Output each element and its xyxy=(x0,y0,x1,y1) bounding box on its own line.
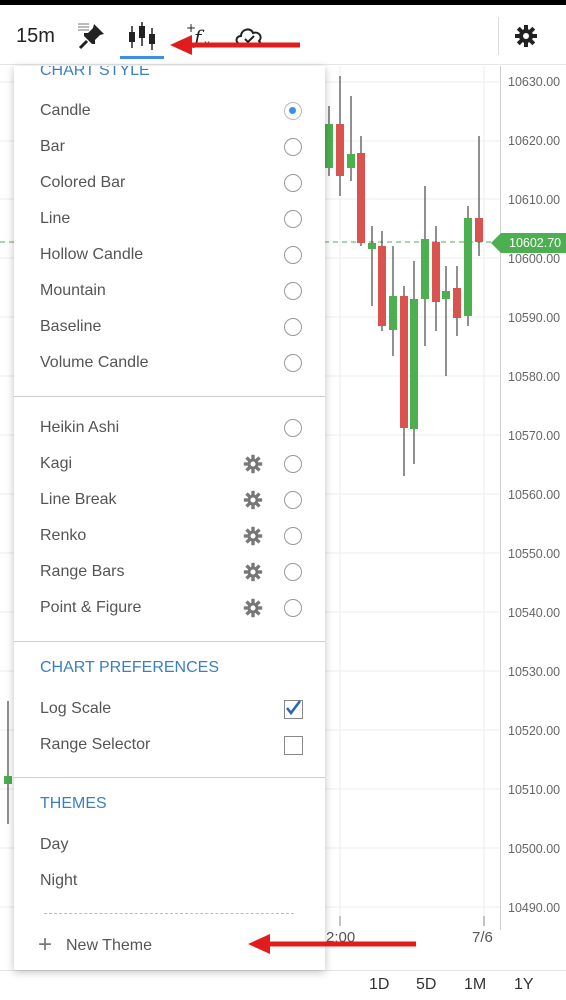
menu-divider xyxy=(14,641,325,642)
aggregation-line-break[interactable]: Line Break xyxy=(14,483,325,519)
menu-dashed-divider xyxy=(44,913,294,914)
menu-item-label: Range Selector xyxy=(40,736,151,753)
chart-style-candle[interactable]: Candle xyxy=(14,94,325,130)
checkbox-icon[interactable] xyxy=(284,736,303,755)
preference-range-selector[interactable]: Range Selector xyxy=(14,728,325,764)
chart-style-title: CHART STYLE xyxy=(40,66,150,79)
radio-icon[interactable] xyxy=(284,455,302,473)
price-label: 10520.00 xyxy=(508,724,561,738)
time-label: 7/6 xyxy=(472,929,493,946)
price-axis xyxy=(500,66,501,930)
price-label: 10490.00 xyxy=(508,901,561,915)
price-label: 10500.00 xyxy=(508,842,561,856)
price-label: 10550.00 xyxy=(508,547,561,561)
radio-icon[interactable] xyxy=(284,599,302,617)
annotation-arrow-icon xyxy=(248,934,416,954)
themes-title: THEMES xyxy=(40,795,107,812)
new-theme-label: New Theme xyxy=(66,937,152,954)
aggregation-range-bars[interactable]: Range Bars xyxy=(14,555,325,591)
chart-style-line[interactable]: Line xyxy=(14,202,325,238)
menu-item-label: Kagi xyxy=(40,455,73,472)
chart-style-baseline[interactable]: Baseline xyxy=(14,310,325,346)
pin-icon[interactable] xyxy=(74,19,110,53)
chart-style-hollow-candle[interactable]: Hollow Candle xyxy=(14,238,325,274)
menu-item-label: Renko xyxy=(40,527,87,544)
chart-style-colored-bar[interactable]: Colored Bar xyxy=(14,166,325,202)
new-theme-button[interactable]: + New Theme xyxy=(38,932,238,962)
menu-item-label: Range Bars xyxy=(40,563,125,580)
price-label: 10600.00 xyxy=(508,252,561,266)
menu-divider xyxy=(14,777,325,778)
chart-style-menu: CHART STYLE Candle Bar Colored Bar Line … xyxy=(14,66,325,970)
range-1y-button[interactable]: 1Y xyxy=(514,976,534,994)
price-label: 10610.00 xyxy=(508,193,561,207)
radio-icon[interactable] xyxy=(284,174,302,192)
radio-icon[interactable] xyxy=(284,491,302,509)
candlestick-chart-icon[interactable] xyxy=(120,19,164,59)
chart-toolbar: 15m + f x xyxy=(0,5,566,65)
annotation-arrow-icon xyxy=(170,35,300,55)
price-label: 10540.00 xyxy=(508,606,561,620)
price-label: 10570.00 xyxy=(508,429,561,443)
menu-item-label: Candle xyxy=(40,102,91,119)
radio-icon[interactable] xyxy=(284,563,302,581)
gear-icon[interactable] xyxy=(243,526,263,546)
price-label: 10530.00 xyxy=(508,665,561,679)
interval-selector[interactable]: 15m xyxy=(16,25,55,48)
gear-icon[interactable] xyxy=(243,454,263,474)
radio-icon[interactable] xyxy=(284,138,302,156)
radio-selected-icon[interactable] xyxy=(284,102,302,120)
price-label: 10510.00 xyxy=(508,783,561,797)
menu-item-label: Colored Bar xyxy=(40,174,126,191)
aggregation-renko[interactable]: Renko xyxy=(14,519,325,555)
gear-icon[interactable] xyxy=(508,19,544,53)
aggregation-heikin-ashi[interactable]: Heikin Ashi xyxy=(14,411,325,447)
menu-item-label: Day xyxy=(40,836,69,853)
menu-item-label: Baseline xyxy=(40,318,102,335)
price-label: 10590.00 xyxy=(508,311,561,325)
radio-icon[interactable] xyxy=(284,318,302,336)
range-1m-button[interactable]: 1M xyxy=(464,976,486,994)
price-label: 10630.00 xyxy=(508,75,561,89)
gear-icon[interactable] xyxy=(243,562,263,582)
gear-icon[interactable] xyxy=(243,598,263,618)
menu-item-label: Heikin Ashi xyxy=(40,419,120,436)
radio-icon[interactable] xyxy=(284,527,302,545)
theme-day[interactable]: Day xyxy=(14,828,325,864)
menu-item-label: Log Scale xyxy=(40,700,112,717)
preference-log-scale[interactable]: Log Scale xyxy=(14,692,325,728)
menu-item-label: Line xyxy=(40,210,71,227)
price-label: 10620.00 xyxy=(508,134,561,148)
range-selector-bar: 1D 5D 1M 1Y xyxy=(0,970,566,1000)
radio-icon[interactable] xyxy=(284,282,302,300)
toolbar-divider xyxy=(498,17,499,55)
range-1d-button[interactable]: 1D xyxy=(369,976,389,994)
menu-item-label: Line Break xyxy=(40,491,117,508)
range-5d-button[interactable]: 5D xyxy=(416,976,436,994)
menu-item-label: Night xyxy=(40,872,78,889)
menu-item-label: Bar xyxy=(40,138,65,155)
price-label: 10580.00 xyxy=(508,370,561,384)
menu-item-label: Point & Figure xyxy=(40,599,142,616)
current-price-tag: 10602.70 xyxy=(491,233,566,253)
gear-icon[interactable] xyxy=(243,490,263,510)
radio-icon[interactable] xyxy=(284,419,302,437)
chart-preferences-title: CHART PREFERENCES xyxy=(40,659,219,676)
menu-item-label: Mountain xyxy=(40,282,106,299)
price-label: 10560.00 xyxy=(508,488,561,502)
aggregation-point-figure[interactable]: Point & Figure xyxy=(14,591,325,627)
menu-divider xyxy=(14,396,325,397)
theme-night[interactable]: Night xyxy=(14,864,325,900)
menu-item-label: Hollow Candle xyxy=(40,246,144,263)
checkbox-checked-icon[interactable] xyxy=(284,700,303,719)
aggregation-kagi[interactable]: Kagi xyxy=(14,447,325,483)
radio-icon[interactable] xyxy=(284,354,302,372)
chart-style-volume-candle[interactable]: Volume Candle xyxy=(14,346,325,382)
radio-icon[interactable] xyxy=(284,210,302,228)
menu-item-label: Volume Candle xyxy=(40,354,149,371)
radio-icon[interactable] xyxy=(284,246,302,264)
chart-style-bar[interactable]: Bar xyxy=(14,130,325,166)
plus-icon: + xyxy=(38,931,53,958)
chart-style-mountain[interactable]: Mountain xyxy=(14,274,325,310)
